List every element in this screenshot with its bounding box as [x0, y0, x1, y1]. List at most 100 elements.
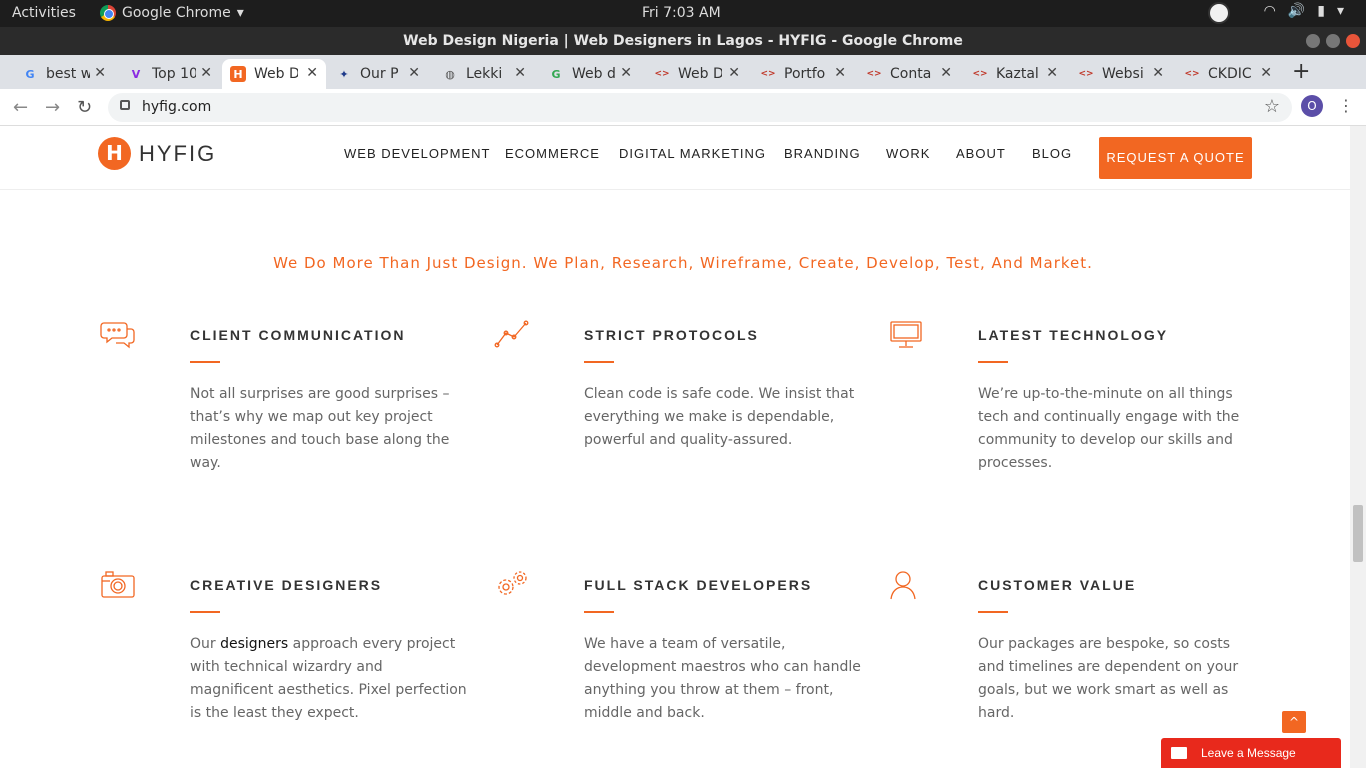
close-tab-icon[interactable]: ✕ — [620, 65, 632, 81]
tab-7[interactable]: <> Web D ✕ — [646, 59, 748, 89]
person-icon — [890, 571, 916, 600]
new-tab-button[interactable]: + — [1292, 59, 1310, 84]
clock[interactable]: Fri 7:03 AM — [642, 5, 721, 21]
tab-label: best w — [46, 66, 90, 82]
tab-label: Kaztal — [996, 66, 1039, 82]
profile-avatar[interactable]: O — [1301, 95, 1323, 117]
kebab-menu-icon[interactable]: ⋮ — [1338, 96, 1354, 115]
nav-branding[interactable]: BRANDING — [784, 146, 861, 161]
tab-label: Portfo — [784, 66, 826, 82]
feature-title: LATEST TECHNOLOGY — [978, 327, 1169, 343]
close-tab-icon[interactable]: ✕ — [200, 65, 212, 81]
scrollbar-thumb[interactable] — [1353, 505, 1363, 562]
request-quote-button[interactable]: REQUEST A QUOTE — [1099, 137, 1252, 179]
section-tagline: We Do More Than Just Design. We Plan, Re… — [273, 254, 1093, 272]
tab-strip: Gbest w ✕ V Top 10 ✕ H Web D ✕ ✦ Our P ✕ ◍ Lekki… — [0, 55, 1366, 89]
bookmark-star-icon[interactable]: ☆ — [1264, 96, 1280, 117]
envelope-icon — [1171, 747, 1187, 759]
page-scrollbar[interactable] — [1350, 126, 1366, 768]
code-favicon-icon: <> — [972, 69, 988, 79]
close-tab-icon[interactable]: ✕ — [306, 65, 318, 81]
title-underline — [190, 611, 220, 613]
designers-link[interactable]: designers — [220, 636, 288, 652]
nav-digital-marketing[interactable]: DIGITAL MARKETING — [619, 146, 766, 161]
site-logo[interactable]: H HYFIG — [98, 137, 216, 170]
tab-label: Web d — [572, 66, 616, 82]
nav-blog[interactable]: BLOG — [1032, 146, 1072, 161]
tab-label: Lekki — [466, 66, 503, 82]
window-title: Web Design Nigeria | Web Designers in La… — [403, 33, 963, 49]
nav-web-development[interactable]: WEB DEVELOPMENT — [344, 146, 490, 161]
feature-text: Not all surprises are good surprises – t… — [190, 386, 450, 471]
tab-12[interactable]: <> CKDIC ✕ — [1176, 59, 1280, 89]
obs-icon[interactable] — [1208, 2, 1230, 24]
hyfig-logo-icon: H — [98, 137, 131, 170]
feature-text: We’re up-to-the-minute on all things tec… — [978, 386, 1240, 471]
feature-title: CLIENT COMMUNICATION — [190, 327, 406, 343]
code-favicon-icon: <> — [866, 69, 882, 79]
title-underline — [584, 611, 614, 613]
address-bar[interactable]: hyfig.com ☆ — [108, 93, 1292, 122]
close-tab-icon[interactable]: ✕ — [1046, 65, 1058, 81]
close-tab-icon[interactable]: ✕ — [728, 65, 740, 81]
tab-label: Conta — [890, 66, 932, 82]
close-tab-icon[interactable]: ✕ — [940, 65, 952, 81]
minimize-button[interactable] — [1306, 34, 1320, 48]
leave-message-widget[interactable]: Leave a Message — [1161, 738, 1341, 768]
maximize-button[interactable] — [1326, 34, 1340, 48]
tab-2[interactable]: V Top 10 ✕ — [120, 59, 220, 89]
title-underline — [584, 361, 614, 363]
feature-text: We have a team of versatile, development… — [584, 636, 861, 721]
close-tab-icon[interactable]: ✕ — [408, 65, 420, 81]
tab-label: CKDIC — [1208, 66, 1252, 82]
tab-3-active[interactable]: H Web D ✕ — [222, 59, 326, 89]
title-underline — [978, 611, 1008, 613]
activities-button[interactable]: Activities — [12, 5, 76, 21]
url-text[interactable]: hyfig.com — [142, 99, 211, 115]
feature-full-stack-developers: FULL STACK DEVELOPERS We have a team of … — [498, 571, 884, 725]
back-arrow-icon[interactable]: ← — [13, 97, 28, 118]
system-tray[interactable]: ◠ 🔊 ▮ ▾ — [1264, 3, 1344, 19]
volume-icon: 🔊 — [1287, 3, 1306, 19]
tab-1[interactable]: Gbest w ✕ — [14, 59, 114, 89]
feature-customer-value: CUSTOMER VALUE Our packages are bespoke,… — [890, 571, 1278, 725]
app-name: Google Chrome — [122, 5, 231, 21]
globe-icon: ◍ — [445, 67, 455, 81]
nav-about[interactable]: ABOUT — [956, 146, 1006, 161]
tab-label: Web D — [678, 66, 722, 82]
nav-ecommerce[interactable]: ECOMMERCE — [505, 146, 600, 161]
tab-8[interactable]: <> Portfo ✕ — [752, 59, 854, 89]
close-tab-icon[interactable]: ✕ — [94, 65, 106, 81]
feature-title: CREATIVE DESIGNERS — [190, 577, 383, 593]
app-menu[interactable]: Google Chrome ▾ — [100, 5, 244, 21]
window-title-bar: Web Design Nigeria | Web Designers in La… — [0, 27, 1366, 55]
close-tab-icon[interactable]: ✕ — [834, 65, 846, 81]
close-window-button[interactable] — [1346, 34, 1360, 48]
reload-icon[interactable]: ↻ — [77, 97, 92, 118]
feature-latest-technology: LATEST TECHNOLOGY We’re up-to-the-minute… — [890, 321, 1278, 475]
chrome-icon — [100, 5, 116, 21]
tab-11[interactable]: <> Websi ✕ — [1070, 59, 1172, 89]
tab-9[interactable]: <> Conta ✕ — [858, 59, 960, 89]
tab-label: Our P — [360, 66, 399, 82]
nav-work[interactable]: WORK — [886, 146, 930, 161]
close-tab-icon[interactable]: ✕ — [1260, 65, 1272, 81]
feature-title: FULL STACK DEVELOPERS — [584, 577, 813, 593]
lock-icon[interactable] — [120, 100, 130, 110]
logo-wordmark: HYFIG — [139, 140, 217, 166]
tab-4[interactable]: ✦ Our P ✕ — [328, 59, 428, 89]
feature-client-communication: CLIENT COMMUNICATION Not all surprises a… — [100, 322, 490, 475]
tab-10[interactable]: <> Kaztal ✕ — [964, 59, 1066, 89]
system-top-bar: Activities Google Chrome ▾ Fri 7:03 AM ◠… — [0, 0, 1366, 27]
title-underline — [190, 361, 220, 363]
scroll-to-top-button[interactable]: ^ — [1282, 711, 1306, 733]
site-favicon-icon: ✦ — [339, 67, 349, 81]
forward-arrow-icon[interactable]: → — [45, 97, 60, 118]
code-favicon-icon: <> — [1078, 69, 1094, 79]
close-tab-icon[interactable]: ✕ — [1152, 65, 1164, 81]
close-tab-icon[interactable]: ✕ — [514, 65, 526, 81]
tab-6[interactable]: G Web d ✕ — [540, 59, 640, 89]
tab-5[interactable]: ◍ Lekki ✕ — [434, 59, 534, 89]
code-favicon-icon: <> — [760, 69, 776, 79]
text-segment: Our — [190, 636, 221, 652]
